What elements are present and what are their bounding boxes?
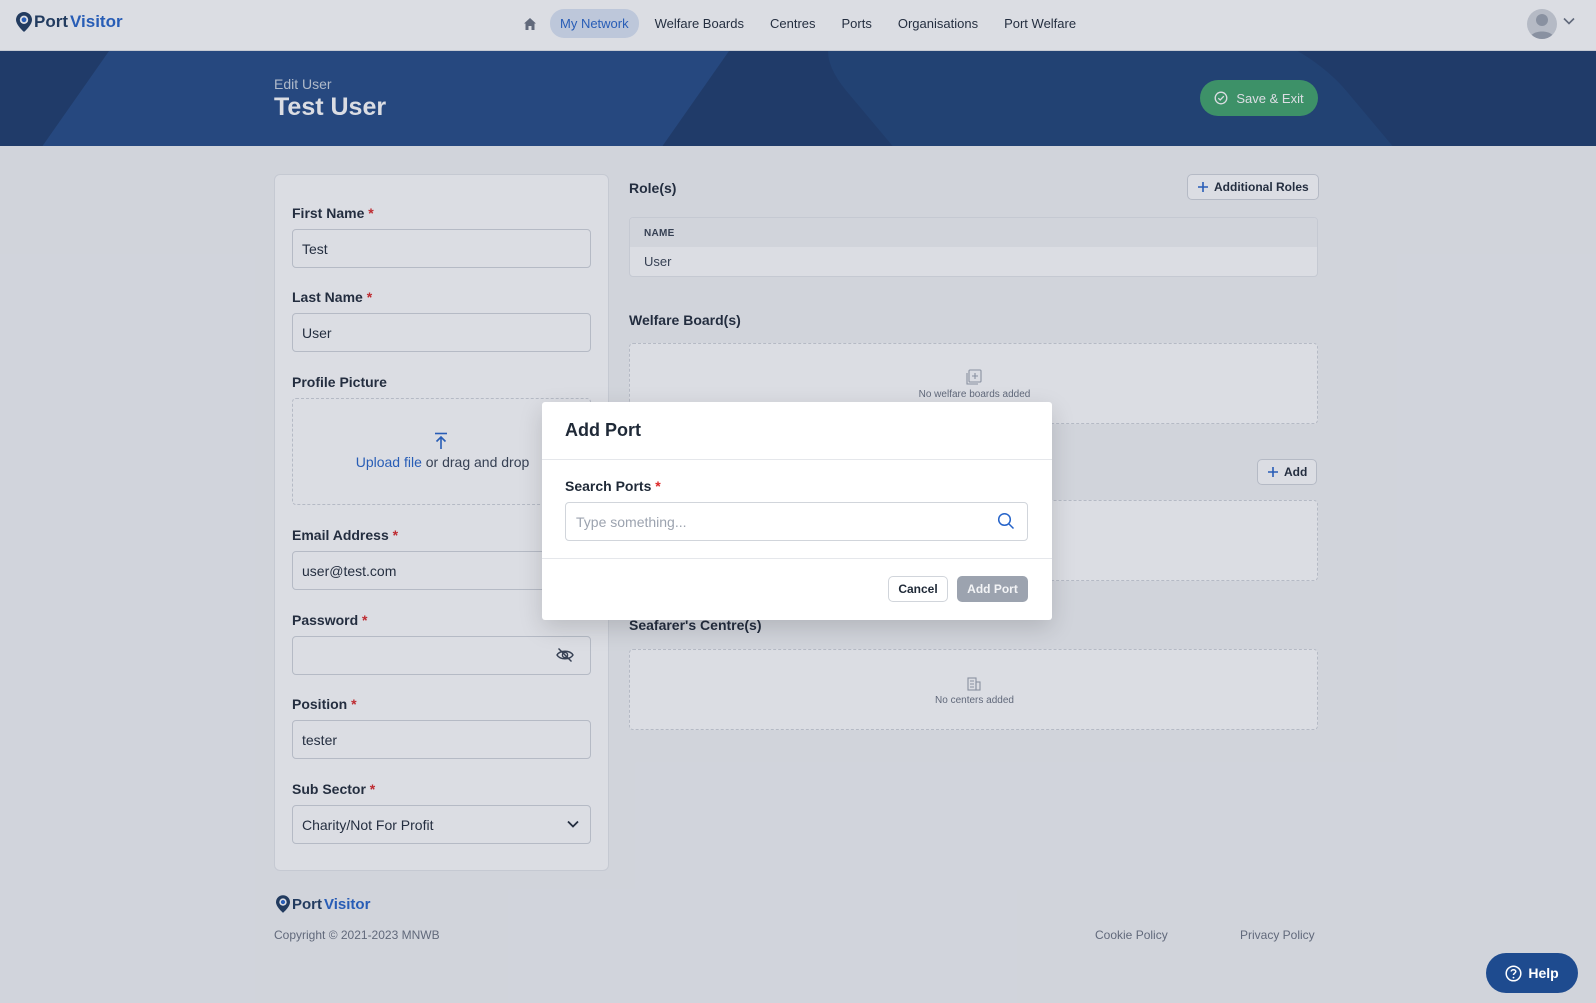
help-circle-icon [1505,964,1522,982]
help-label: Help [1528,965,1559,981]
cancel-button[interactable]: Cancel [888,576,948,602]
divider [542,558,1052,559]
divider [542,459,1052,460]
add-port-submit-button[interactable]: Add Port [957,576,1028,602]
dialog-title: Add Port [565,420,641,440]
search-icon[interactable] [997,512,1015,530]
add-port-dialog: Add Port Search Ports * Cancel Add Port [542,402,1052,620]
search-ports-input[interactable] [565,502,1028,541]
search-ports-label: Search Ports * [565,478,661,494]
help-button[interactable]: Help [1486,953,1578,993]
